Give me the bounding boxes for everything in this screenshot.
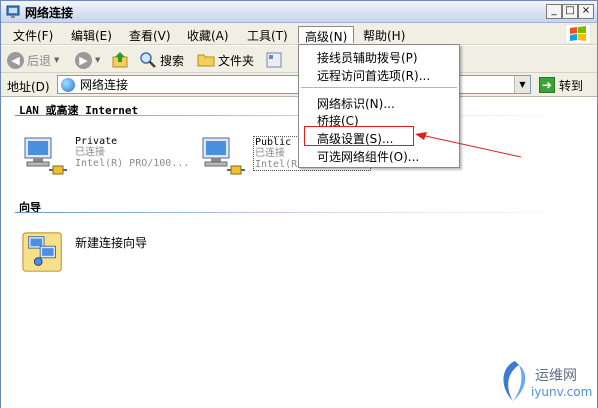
- connection-device: Intel(R) PRO/100...: [75, 158, 190, 169]
- back-arrow-icon: ◀: [7, 51, 24, 69]
- back-button[interactable]: ◀ 后退 ▼: [7, 50, 59, 70]
- wizard-icon: [22, 232, 62, 272]
- minimize-button[interactable]: _: [546, 4, 562, 19]
- address-label: 地址(D): [7, 80, 50, 94]
- back-dropdown-icon: ▼: [54, 56, 60, 64]
- folders-label: 文件夹: [218, 53, 255, 68]
- menu-item-optional-networking-components[interactable]: 可选网络组件(O)...: [317, 148, 419, 165]
- menu-bar: 文件(F) 编辑(E) 查看(V) 收藏(A) 工具(T) 高级(N) 帮助(H…: [1, 23, 597, 45]
- menu-view[interactable]: 查看(V): [123, 26, 177, 43]
- folders-button[interactable]: 文件夹: [197, 50, 254, 70]
- watermark-text-cn: 运维网: [535, 368, 577, 384]
- views-button[interactable]: [265, 50, 283, 70]
- menu-file[interactable]: 文件(F): [7, 26, 59, 43]
- group-divider: [15, 212, 585, 213]
- back-label: 后退: [27, 53, 52, 68]
- watermark-logo-icon: [503, 361, 526, 401]
- watermark-text-url: iyunv.com: [531, 385, 593, 399]
- connection-text: Private 已连接 Intel(R) PRO/100...: [75, 136, 189, 169]
- go-arrow-icon: ➜: [539, 77, 555, 93]
- menu-item-network-identification[interactable]: 网络标识(N)...: [317, 95, 395, 112]
- connection-status: 已连接: [75, 147, 105, 158]
- connection-name: Private: [75, 136, 118, 147]
- wizard-label: 新建连接向导: [75, 236, 148, 250]
- forward-dropdown-icon: ▼: [95, 56, 101, 64]
- window-title: 网络连接: [25, 6, 74, 20]
- address-value: 网络连接: [80, 78, 129, 92]
- views-icon: [266, 52, 282, 68]
- title-bar: 网络连接 _ □ ×: [1, 1, 597, 23]
- network-connections-icon: [6, 5, 20, 18]
- menu-tools[interactable]: 工具(T): [241, 26, 294, 43]
- menu-item-operator-assisted-dialing[interactable]: 接线员辅助拨号(P): [317, 49, 418, 66]
- up-folder-icon: [112, 52, 128, 68]
- search-button[interactable]: 搜索: [139, 50, 184, 70]
- search-label: 搜索: [160, 53, 185, 68]
- search-icon: [140, 52, 156, 68]
- menu-edit[interactable]: 编辑(E): [65, 26, 118, 43]
- network-globe-icon: [61, 77, 75, 92]
- folder-icon: [197, 54, 215, 67]
- new-connection-wizard[interactable]: 新建连接向导: [21, 228, 181, 278]
- network-connection-icon: [202, 137, 245, 175]
- menu-favorites[interactable]: 收藏(A): [181, 26, 235, 43]
- close-button[interactable]: ×: [578, 4, 594, 19]
- menu-advanced[interactable]: 高级(N): [298, 26, 355, 44]
- menu-help[interactable]: 帮助(H): [357, 26, 411, 43]
- forward-arrow-icon: ▶: [75, 51, 92, 69]
- menu-separator: [301, 87, 457, 88]
- connection-private[interactable]: Private 已连接 Intel(R) PRO/100...: [21, 136, 196, 180]
- go-label: 转到: [559, 78, 584, 93]
- forward-button[interactable]: ▶ ▼: [75, 50, 100, 70]
- address-dropdown-icon[interactable]: ▼: [514, 76, 530, 93]
- watermark: 运维网 iyunv.com: [495, 357, 595, 405]
- go-button[interactable]: ➜ 转到: [539, 76, 583, 94]
- annotation-highlight: [304, 126, 414, 146]
- annotation-arrow: [415, 132, 522, 158]
- explorer-window: 网络连接 _ □ × 文件(F) 编辑(E) 查看(V) 收藏(A) 工具(T)…: [0, 0, 598, 408]
- windows-logo-icon: [565, 24, 591, 44]
- menu-item-remote-access-preferences[interactable]: 远程访问首选项(R)...: [317, 67, 430, 84]
- maximize-button[interactable]: □: [562, 4, 578, 19]
- network-connection-icon: [24, 137, 67, 175]
- up-folder-button[interactable]: [111, 50, 129, 70]
